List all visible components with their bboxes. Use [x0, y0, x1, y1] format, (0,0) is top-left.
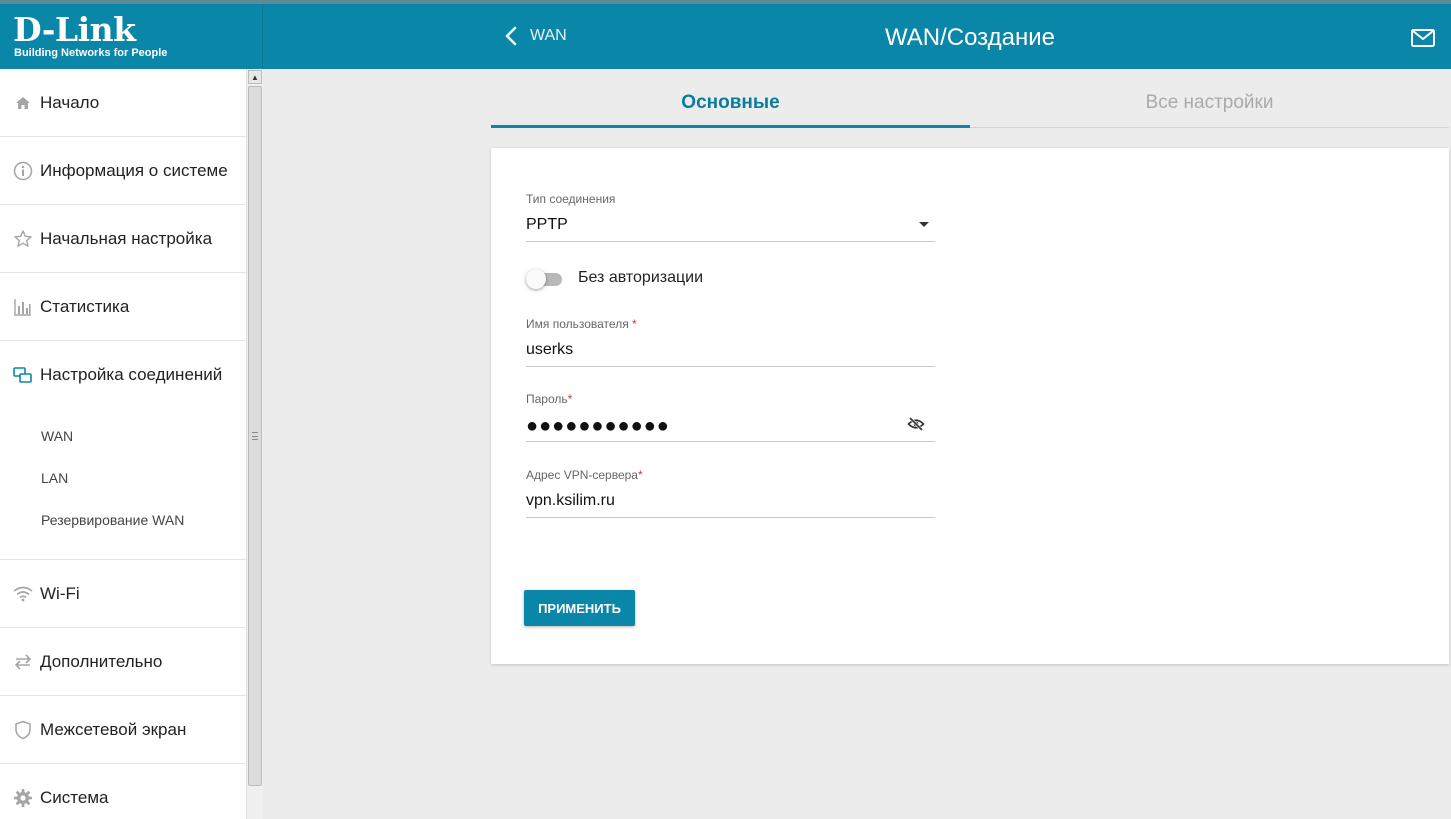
sidebar-item-connections[interactable]: Настройка соединений: [0, 341, 246, 409]
chevron-left-icon: [505, 26, 517, 46]
sidebar-subitem-lan[interactable]: LAN: [0, 457, 246, 499]
sidebar-item-statistics[interactable]: Статистика: [0, 273, 246, 341]
no-auth-label: Без авторизации: [578, 269, 704, 286]
vpn-server-input[interactable]: vpn.ksilim.ru: [526, 490, 935, 518]
logo: D-Link: [13, 10, 136, 49]
page-title: WAN/Создание: [884, 24, 1055, 51]
no-auth-toggle[interactable]: [526, 268, 562, 289]
password-input[interactable]: ●●●●●●●●●●●: [526, 414, 935, 442]
dropdown-arrow-icon[interactable]: [919, 222, 929, 227]
top-header: D-Link Building Networks for People WAN …: [0, 0, 1451, 69]
bar-chart-icon: [12, 296, 34, 318]
logo-tagline: Building Networks for People: [14, 47, 168, 59]
arrows-icon: [12, 651, 34, 673]
sidebar-item-system-info[interactable]: Информация о системе: [0, 137, 246, 205]
password-label-text: Пароль: [526, 392, 568, 406]
username-label-text: Имя пользователя: [526, 317, 629, 331]
username-field: Имя пользователя * userks: [526, 317, 935, 367]
sidebar-item-firewall[interactable]: Межсетевой экран: [0, 696, 246, 764]
vpn-server-label-text: Адрес VPN-сервера: [526, 468, 638, 482]
sidebar-item-system[interactable]: Система: [0, 764, 246, 819]
connection-type-select[interactable]: PPTP: [526, 214, 935, 242]
vpn-server-value: vpn.ksilim.ru: [526, 492, 615, 509]
sidebar-subitem-wan-backup[interactable]: Резервирование WAN: [0, 499, 246, 541]
vpn-server-field: Адрес VPN-сервера* vpn.ksilim.ru: [526, 468, 935, 518]
tab-all-settings[interactable]: Все настройки: [970, 80, 1449, 128]
star-icon: [12, 228, 34, 250]
password-label: Пароль*: [526, 392, 935, 406]
back-button[interactable]: WAN: [502, 25, 567, 47]
sidebar-item-label: Межсетевой экран: [40, 719, 187, 739]
required-mark: *: [632, 317, 637, 331]
apply-button[interactable]: ПРИМЕНИТЬ: [524, 590, 635, 626]
username-value: userks: [526, 341, 574, 358]
network-icon: [12, 364, 34, 386]
toggle-knob: [526, 269, 546, 289]
scrollbar-thumb[interactable]: [248, 86, 262, 786]
form-card: Тип соединения PPTP Без авторизации Имя …: [491, 148, 1449, 664]
sidebar-item-label: Система: [40, 787, 109, 807]
password-value: ●●●●●●●●●●●: [526, 415, 670, 437]
connection-type-value: PPTP: [526, 216, 568, 233]
connection-type-label: Тип соединения: [526, 192, 616, 206]
sidebar-item-label: Информация о системе: [40, 160, 228, 180]
info-icon: [12, 160, 34, 182]
tab-main[interactable]: Основные: [491, 80, 970, 128]
sidebar-item-label: Wi-Fi: [40, 583, 80, 603]
scroll-up-arrow-icon[interactable]: ▲: [248, 70, 262, 84]
mail-icon[interactable]: [1410, 28, 1436, 48]
sidebar-item-wifi[interactable]: Wi-Fi: [0, 560, 246, 628]
back-label: WAN: [530, 27, 567, 44]
required-mark: *: [567, 392, 573, 406]
sidebar-item-home[interactable]: Начало: [0, 69, 246, 137]
tab-bar: Основные Все настройки: [491, 80, 1449, 128]
sidebar-item-label: Настройка соединений: [40, 365, 223, 384]
logo-area: D-Link Building Networks for People: [0, 4, 263, 69]
password-field: Пароль* ●●●●●●●●●●●: [526, 392, 935, 442]
sidebar-item-label: Дополнительно: [40, 651, 163, 671]
connections-submenu: WAN LAN Резервирование WAN: [0, 409, 246, 560]
grip-icon: [252, 432, 258, 440]
sidebar-item-label: Начальная настройка: [40, 228, 213, 248]
no-auth-row: Без авторизации: [526, 268, 704, 289]
vpn-server-label: Адрес VPN-сервера*: [526, 468, 935, 482]
shield-icon: [12, 719, 34, 741]
sidebar-item-label: Статистика: [40, 296, 130, 316]
required-mark: *: [637, 468, 643, 482]
home-icon: [12, 92, 34, 114]
username-label: Имя пользователя *: [526, 317, 935, 331]
eye-off-icon[interactable]: [907, 416, 925, 432]
sidebar: Начало Информация о системе Начальная на…: [0, 69, 263, 819]
wifi-icon: [12, 583, 34, 605]
sidebar-nav: Начало Информация о системе Начальная на…: [0, 69, 246, 819]
sidebar-item-label: Начало: [40, 92, 100, 112]
sidebar-subitem-wan[interactable]: WAN: [0, 415, 246, 457]
gear-icon: [12, 787, 34, 809]
username-input[interactable]: userks: [526, 339, 935, 367]
sidebar-item-advanced[interactable]: Дополнительно: [0, 628, 246, 696]
connection-type-field: Тип соединения PPTP: [526, 192, 935, 242]
sidebar-item-initial-setup[interactable]: Начальная настройка: [0, 205, 246, 273]
sidebar-scrollbar[interactable]: ▲: [246, 69, 263, 819]
